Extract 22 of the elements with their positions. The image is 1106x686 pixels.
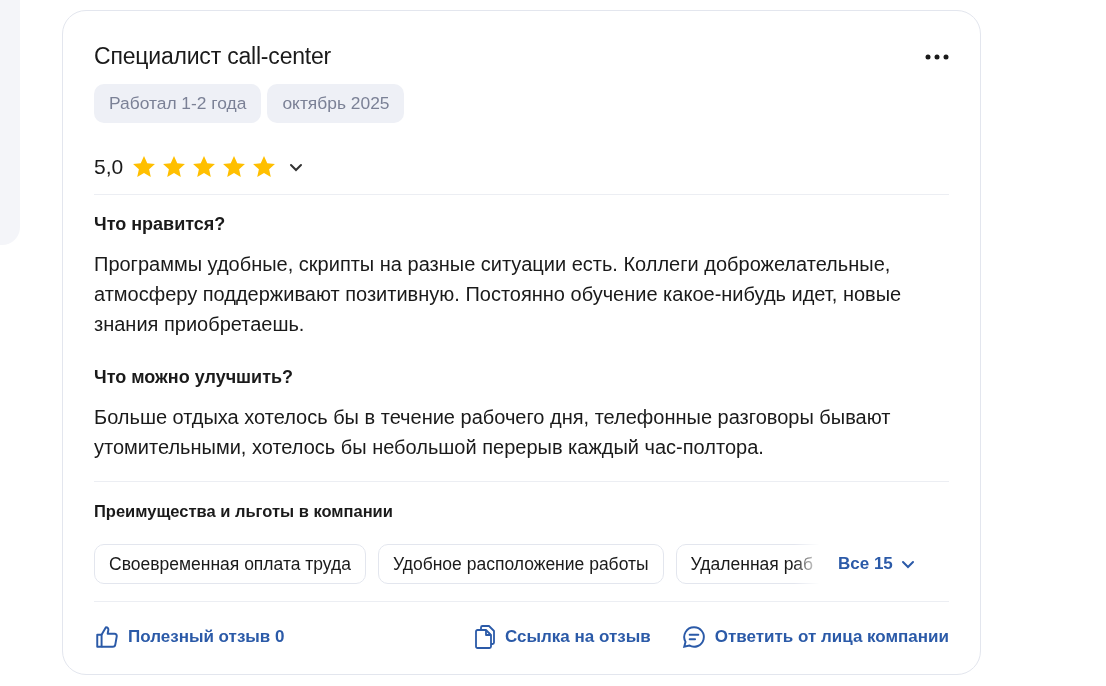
section-heading: Что нравится? (94, 214, 227, 235)
copy-icon (473, 624, 498, 650)
review-text: Больше отдыха хотелось бы в течение рабочего дня, телефонные разговоры бывают утомительными, хотелось бы небольшой перерыв каждый час-полтора. (94, 405, 892, 460)
reply-button[interactable]: Ответить от лица компании (680, 624, 949, 650)
show-all-button[interactable]: Все 15 (838, 554, 915, 574)
benefits-heading: Преимущества и льготы в компании (94, 502, 394, 521)
helpful-button[interactable]: Полезный отзыв 0 (94, 624, 285, 650)
benefit-tag: Удобное расположение работы (378, 544, 664, 584)
thumbs-up-icon (94, 624, 120, 650)
tag: октябрь 2025 (267, 84, 405, 123)
benefit-tag: Удаленная раб (675, 544, 820, 584)
chevron-down-icon[interactable] (289, 162, 304, 172)
more-menu-icon[interactable] (925, 53, 949, 60)
benefit-tag: Своевременная оплата труда (94, 544, 366, 584)
review-text: Программы удобные, скрипты на разные ситуации есть. Коллеги доброжелательные, атмосферу поддерживают позитивную. Постоянно обучение какое-нибудь идет, новые знания приобретаешь. (94, 252, 903, 337)
rating-value: 5,0 (94, 155, 124, 179)
tag: Работал 1-2 года (94, 84, 262, 123)
section-heading: Что можно улучшить? (94, 367, 295, 388)
copy-link-button[interactable]: Ссылка на отзыв (473, 624, 651, 650)
review-title: Специалист call-center (94, 43, 332, 70)
chevron-down-icon (900, 559, 915, 569)
chat-icon (680, 624, 707, 650)
